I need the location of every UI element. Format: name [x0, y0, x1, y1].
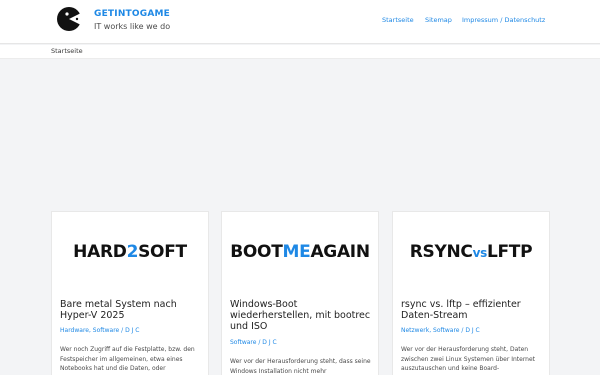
nav-item-sitemap[interactable]: Sitemap	[425, 16, 452, 24]
breadcrumb-bar: Startseite	[0, 45, 600, 59]
post-card[interactable]: BOOTMEAGAIN Windows-Boot wiederherstelle…	[221, 211, 379, 375]
nav-item-startseite[interactable]: Startseite	[382, 16, 414, 24]
post-excerpt: Wer vor der Herausforderung steht, dass …	[230, 358, 371, 375]
post-meta[interactable]: Software / D J C	[230, 339, 372, 346]
site-title[interactable]: GETINTOGAME	[94, 9, 170, 19]
site-tagline: IT works like we do	[94, 22, 171, 31]
post-excerpt: Wer vor der Herausforderung steht, Daten…	[401, 346, 536, 372]
site-logo-icon[interactable]	[56, 6, 82, 32]
post-thumbnail[interactable]: RSYNCvsLFTP	[393, 212, 549, 292]
nav-item-impressum[interactable]: Impressum / Datenschutz	[462, 16, 545, 24]
post-thumbnail[interactable]: HARD2SOFT	[52, 212, 208, 292]
post-excerpt: Wer noch Zugriff auf die Festplatte, bzw…	[60, 346, 195, 372]
post-thumbnail-text: RSYNCvsLFTP	[409, 242, 533, 262]
post-thumbnail-text: BOOTMEAGAIN	[230, 242, 370, 262]
post-thumbnail-text: HARD2SOFT	[73, 242, 187, 262]
post-title[interactable]: Windows-Boot wiederherstellen, mit bootr…	[230, 299, 372, 332]
post-meta[interactable]: Hardware, Software / D J C	[60, 327, 202, 334]
post-card[interactable]: RSYNCvsLFTP rsync vs. lftp – effizienter…	[392, 211, 550, 375]
post-meta[interactable]: Netzwerk, Software / D J C	[401, 327, 543, 334]
site-header: GETINTOGAME IT works like we do Startsei…	[0, 0, 600, 44]
post-thumbnail[interactable]: BOOTMEAGAIN	[222, 212, 378, 292]
post-card[interactable]: HARD2SOFT Bare metal System nach Hyper-V…	[51, 211, 209, 375]
breadcrumb: Startseite	[51, 47, 83, 55]
post-title[interactable]: rsync vs. lftp – effizienter Daten-Strea…	[401, 299, 543, 321]
post-title[interactable]: Bare metal System nach Hyper-V 2025	[60, 299, 202, 321]
